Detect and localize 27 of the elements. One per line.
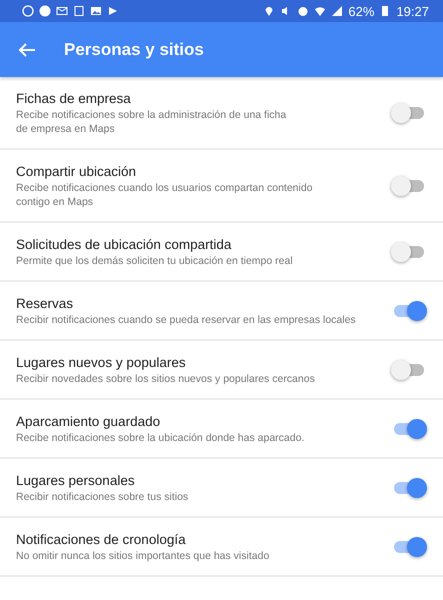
setting-title: Compartir ubicación bbox=[16, 164, 138, 179]
location-pin-icon bbox=[263, 5, 276, 17]
setting-description: Recibir notificaciones sobre tus sitios bbox=[16, 490, 190, 504]
setting-title: Notificaciones de cronología bbox=[16, 532, 187, 547]
setting-title: Lugares nuevos y populares bbox=[16, 355, 187, 370]
back-arrow-icon bbox=[18, 42, 36, 58]
setting-title: Fichas de empresa bbox=[16, 91, 132, 106]
wifi-icon bbox=[314, 5, 326, 17]
clock-time: 19:27 bbox=[396, 4, 429, 18]
signal-icon bbox=[331, 5, 344, 17]
setting-description: Recibe notificaciones cuando los usuarios compartan contenido contigo en Maps bbox=[16, 181, 314, 209]
setting-description: Recibir notificaciones cuando se pueda reservar en las empresas locales bbox=[16, 313, 357, 327]
setting-title: Lugares personales bbox=[16, 473, 136, 488]
setting-description: Recibe notificaciones sobre la administración de una ficha de empresa en Maps bbox=[16, 108, 288, 136]
setting-description: Permite que los demás soliciten tu ubicación en tiempo real bbox=[16, 254, 294, 268]
screen-title: Personas y sitios bbox=[64, 40, 204, 60]
mail-icon bbox=[56, 5, 68, 17]
setting-title: Aparcamiento guardado bbox=[16, 414, 162, 429]
setting-title: Solicitudes de ubicación compartida bbox=[16, 237, 232, 252]
back-button[interactable] bbox=[18, 42, 36, 58]
setting-title: Reservas bbox=[16, 296, 74, 311]
setting-description: Recibe notificaciones sobre la ubicación donde has aparcado. bbox=[16, 431, 306, 445]
setting-description: No omitir nunca los sitios importantes que has visitado bbox=[16, 549, 270, 563]
setting-description: Recibir novedades sobre los sitios nuevos y populares cercanos bbox=[16, 372, 316, 386]
play-icon bbox=[107, 5, 119, 17]
image-icon bbox=[90, 5, 102, 17]
battery-percent: 62% bbox=[348, 4, 374, 18]
